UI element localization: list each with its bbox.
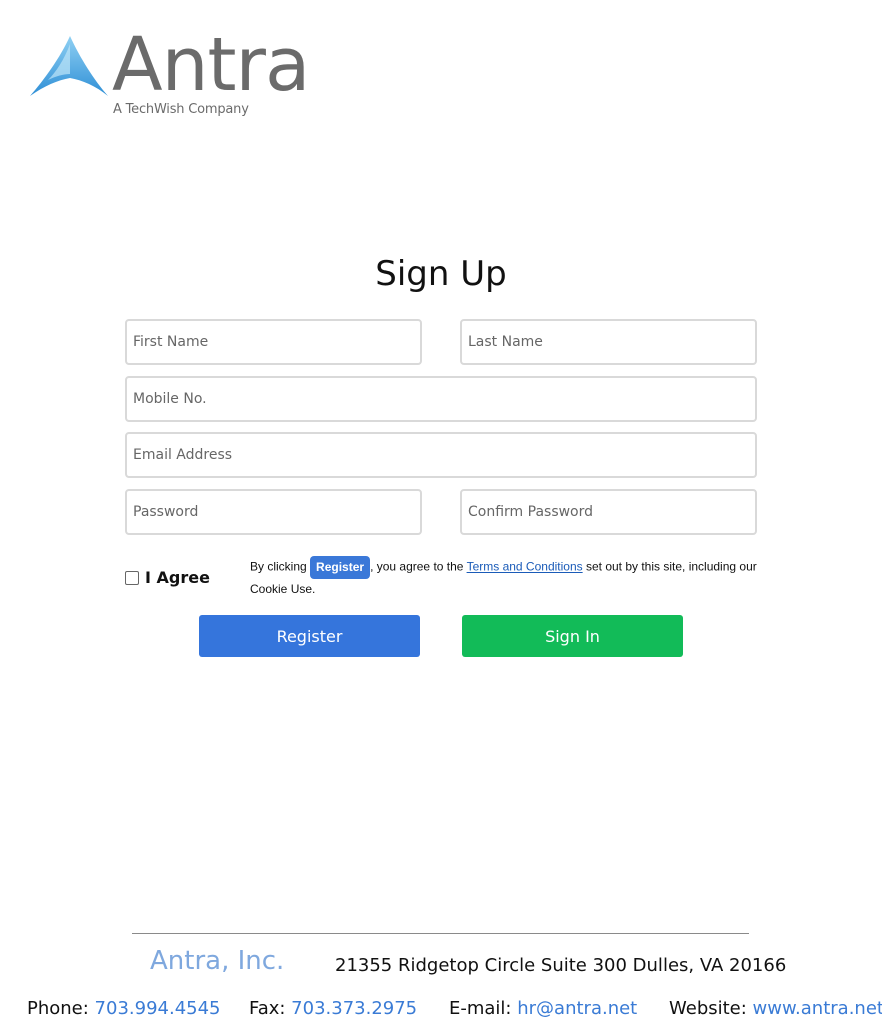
fax-value: 703.373.2975 — [291, 998, 418, 1019]
footer-website: Website: www.antra.net — [669, 998, 882, 1019]
fax-label: Fax: — [249, 998, 292, 1019]
confirm-password-input[interactable] — [460, 489, 757, 535]
terms-register-badge: Register — [310, 556, 371, 579]
first-name-input[interactable] — [125, 319, 422, 365]
agree-row: I Agree — [125, 568, 210, 587]
footer-fax: Fax: 703.373.2975 — [249, 998, 417, 1019]
agree-checkbox[interactable] — [125, 570, 139, 585]
website-link[interactable]: www.antra.net — [753, 998, 882, 1019]
footer-company-name: Antra, Inc. — [150, 946, 285, 976]
footer-divider — [132, 933, 749, 934]
signup-page: Antra A TechWish Company Sign Up I Agree… — [0, 0, 882, 1036]
footer-email: E-mail: hr@antra.net — [449, 998, 637, 1019]
email-link[interactable]: hr@antra.net — [517, 998, 637, 1019]
phone-link[interactable]: 703.994.4545 — [95, 998, 221, 1019]
antra-logo-mark-icon — [30, 36, 108, 96]
last-name-input[interactable] — [460, 319, 757, 365]
footer-address: 21355 Ridgetop Circle Suite 300 Dulles, … — [335, 955, 787, 976]
email-input[interactable] — [125, 432, 757, 478]
mobile-input[interactable] — [125, 376, 757, 422]
sign-in-button[interactable]: Sign In — [462, 615, 683, 657]
terms-middle: , you agree to the — [370, 559, 467, 574]
page-title: Sign Up — [375, 254, 507, 294]
antra-logo[interactable]: Antra A TechWish Company — [30, 28, 310, 124]
agree-label[interactable]: I Agree — [145, 568, 210, 587]
logo-tagline: A TechWish Company — [113, 102, 249, 117]
logo-wordmark: Antra — [112, 22, 310, 108]
footer-phone: Phone: 703.994.4545 — [27, 998, 221, 1019]
terms-and-conditions-link[interactable]: Terms and Conditions — [467, 560, 583, 574]
website-label: Website: — [669, 998, 753, 1019]
email-label: E-mail: — [449, 998, 518, 1019]
register-button[interactable]: Register — [199, 615, 420, 657]
password-input[interactable] — [125, 489, 422, 535]
phone-label: Phone: — [27, 998, 95, 1019]
terms-prefix: By clicking — [250, 559, 311, 574]
terms-notice: By clicking Register, you agree to the T… — [250, 556, 760, 600]
